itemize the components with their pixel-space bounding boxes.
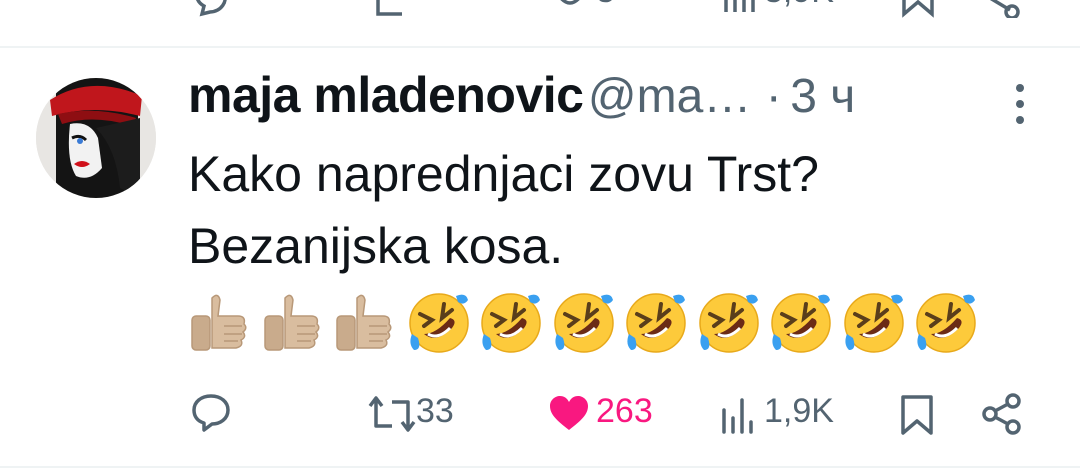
tweet-header: maja mladenovic @ma… · 3 ч	[188, 66, 855, 128]
share-icon[interactable]	[982, 0, 1022, 18]
rofl-emoji	[841, 290, 907, 356]
more-options-icon[interactable]	[1008, 82, 1032, 126]
display-name[interactable]: maja mladenovic	[188, 67, 584, 123]
avatar-image	[36, 78, 156, 198]
views-count: 1,9K	[764, 392, 834, 430]
separator-dot: ·	[765, 70, 782, 123]
reply-icon[interactable]	[190, 392, 232, 434]
rofl-emoji	[551, 290, 617, 356]
reply-icon[interactable]	[192, 0, 232, 18]
heart-icon[interactable]	[550, 0, 590, 18]
tweet-actions: 33 263 1,9K	[0, 390, 1080, 440]
retweet-count: 33	[416, 392, 454, 430]
retweet-icon[interactable]	[366, 394, 418, 434]
like-count: 263	[596, 392, 653, 430]
rofl-emoji	[478, 290, 544, 356]
rofl-emoji	[623, 290, 689, 356]
thumbs-up-emoji	[333, 290, 399, 356]
tweet-text: Kako naprednjaci zovu Trst? Bezanijska k…	[188, 138, 819, 282]
avatar[interactable]	[36, 78, 156, 198]
rofl-emoji	[696, 290, 762, 356]
share-icon[interactable]	[980, 392, 1024, 436]
rofl-emoji	[406, 290, 472, 356]
heart-icon[interactable]	[548, 394, 590, 432]
views-icon[interactable]	[720, 396, 758, 434]
bookmark-icon[interactable]	[900, 394, 934, 436]
tweet-text-line: Kako naprednjaci zovu Trst?	[188, 146, 819, 202]
prev-views-count: 3,9K	[764, 0, 834, 11]
thumbs-up-emoji	[261, 290, 327, 356]
bookmark-icon[interactable]	[900, 0, 936, 18]
divider	[0, 46, 1080, 48]
rofl-emoji	[768, 290, 834, 356]
prev-like-count: 3	[596, 0, 615, 11]
previous-tweet-actions: 3 3,9K	[0, 0, 1080, 18]
divider	[0, 466, 1080, 468]
retweet-icon[interactable]	[372, 0, 432, 18]
thumbs-up-emoji	[188, 290, 254, 356]
tweet-text-line: Bezanijska kosa.	[188, 218, 564, 274]
user-handle[interactable]: @ma…	[588, 70, 751, 123]
views-icon[interactable]	[720, 0, 760, 18]
rofl-emoji	[913, 290, 979, 356]
timestamp[interactable]: 3 ч	[790, 70, 855, 123]
